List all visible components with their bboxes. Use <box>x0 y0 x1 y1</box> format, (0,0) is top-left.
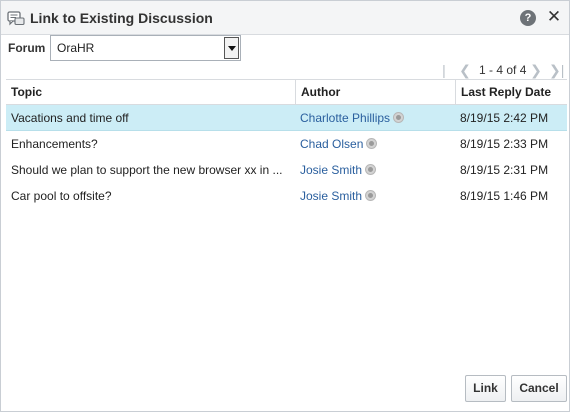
previous-page-icon[interactable]: ❮ <box>458 61 472 79</box>
link-button[interactable]: Link <box>465 375 506 402</box>
forum-select[interactable]: OraHR <box>50 35 241 61</box>
table-row[interactable]: Enhancements? Chad Olsen 8/19/15 2:33 PM <box>6 131 567 157</box>
dialog-titlebar: Link to Existing Discussion ? ✕ <box>1 1 569 35</box>
next-page-icon[interactable]: ❯ <box>529 61 543 79</box>
close-icon[interactable]: ✕ <box>545 7 563 27</box>
presence-offline-icon[interactable] <box>393 112 405 124</box>
date-cell: 8/19/15 2:42 PM <box>460 111 549 125</box>
column-header-last-reply-date[interactable]: Last Reply Date <box>455 80 567 105</box>
column-header-author[interactable]: Author <box>295 80 455 105</box>
dialog-title: Link to Existing Discussion <box>30 10 213 26</box>
table-row[interactable]: Vacations and time off Charlotte Phillip… <box>6 105 567 131</box>
date-cell: 8/19/15 1:46 PM <box>460 189 549 203</box>
author-link[interactable]: Josie Smith <box>300 189 362 203</box>
pagination-info: 1 - 4 of 4 <box>479 63 527 77</box>
cancel-button[interactable]: Cancel <box>511 375 567 402</box>
help-icon[interactable]: ? <box>520 10 536 26</box>
author-link[interactable]: Charlotte Phillips <box>300 111 390 125</box>
table-row[interactable]: Car pool to offsite? Josie Smith 8/19/15… <box>6 183 567 209</box>
author-cell: Josie Smith <box>295 183 455 209</box>
forum-dropdown-button[interactable] <box>224 37 239 59</box>
discussions-table: Topic Author Last Reply Date Vacations a… <box>6 79 567 209</box>
presence-offline-icon[interactable] <box>365 164 377 176</box>
link-discussion-dialog: Link to Existing Discussion ? ✕ Forum Or… <box>0 0 570 412</box>
presence-offline-icon[interactable] <box>365 190 377 202</box>
topic-cell: Should we plan to support the new browse… <box>11 163 283 177</box>
forum-selected-value: OraHR <box>57 41 95 55</box>
pagination: |❮ ❮ 1 - 4 of 4 ❯ ❯| <box>437 61 567 96</box>
topic-cell: Enhancements? <box>11 137 98 151</box>
date-cell: 8/19/15 2:33 PM <box>460 137 549 151</box>
chevron-down-icon <box>228 46 236 51</box>
topic-cell: Car pool to offsite? <box>11 189 112 203</box>
author-cell: Charlotte Phillips <box>295 105 455 131</box>
author-link[interactable]: Josie Smith <box>300 163 362 177</box>
author-link[interactable]: Chad Olsen <box>300 137 363 151</box>
author-cell: Chad Olsen <box>295 131 455 157</box>
first-page-icon[interactable]: |❮ <box>437 61 451 96</box>
topic-cell: Vacations and time off <box>11 111 129 125</box>
author-cell: Josie Smith <box>295 157 455 183</box>
forum-label: Forum <box>8 41 46 55</box>
discussion-icon <box>7 11 25 26</box>
last-page-icon[interactable]: ❯| <box>549 61 564 79</box>
table-header: Topic Author Last Reply Date <box>6 79 567 105</box>
presence-offline-icon[interactable] <box>366 138 378 150</box>
column-header-topic[interactable]: Topic <box>6 80 295 105</box>
date-cell: 8/19/15 2:31 PM <box>460 163 549 177</box>
table-row[interactable]: Should we plan to support the new browse… <box>6 157 567 183</box>
